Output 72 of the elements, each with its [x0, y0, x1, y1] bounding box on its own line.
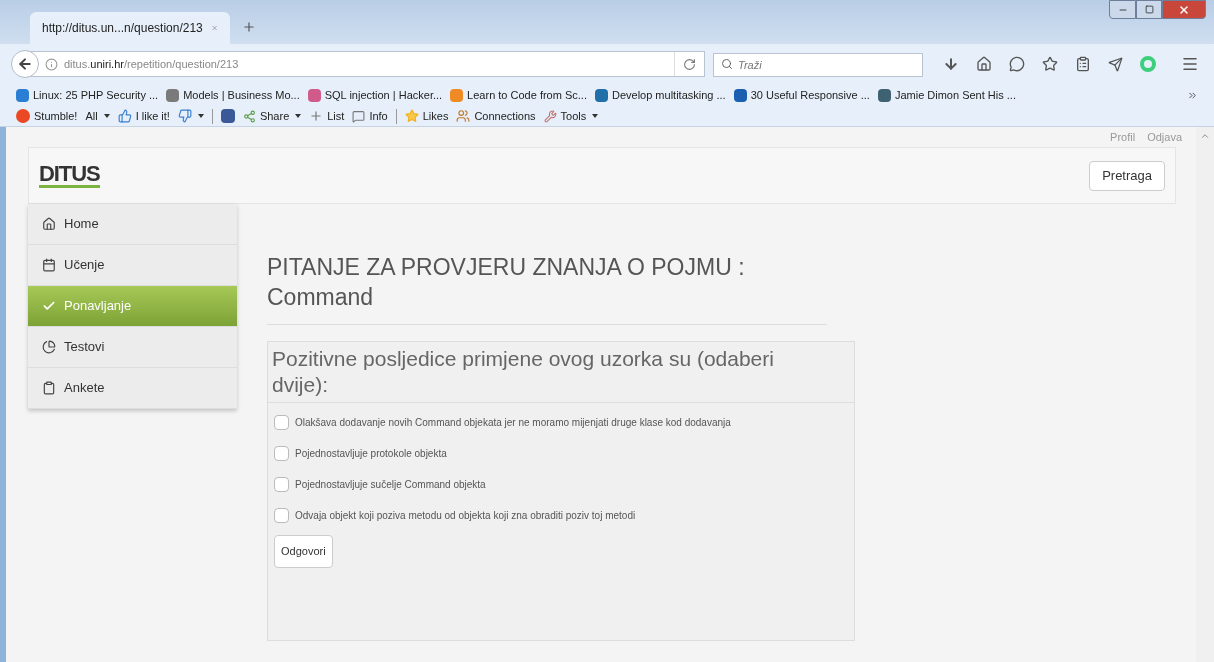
sidebar-item[interactable]: Testovi [28, 327, 237, 368]
bookmark-link[interactable]: SQL injection | Hacker... [307, 86, 443, 104]
bookmark-star-icon[interactable] [1042, 56, 1058, 72]
star-icon [404, 109, 419, 123]
url-text: ditus.uniri.hr/repetition/question/213 [64, 56, 240, 72]
question-text: Pozitivne posljedice primjene ovog uzorka su (odaberi dvije): [268, 342, 854, 403]
addon-toolbar-button[interactable]: List [309, 107, 345, 125]
facebook-logo-icon [220, 109, 235, 123]
wrench-icon [543, 109, 557, 123]
calendar-icon [42, 258, 56, 272]
bookmark-link[interactable]: Jamie Dimon Sent His ... [877, 86, 1016, 104]
addon-toolbar-button[interactable]: All [85, 107, 110, 125]
new-tab-icon[interactable] [242, 20, 256, 34]
thumbs-down-icon [177, 109, 192, 123]
browser-tab[interactable]: http://ditus.un...n/question/213 [30, 12, 230, 44]
addon-toolbar-button[interactable]: I like it! [117, 107, 170, 125]
menu-icon[interactable] [1181, 55, 1199, 73]
sidebar-item[interactable]: Ankete [28, 368, 237, 409]
answer-checkbox[interactable] [274, 446, 289, 461]
answer-checkbox[interactable] [274, 415, 289, 430]
maximize-icon [1144, 5, 1154, 14]
addon-toolbar-button[interactable] [220, 109, 235, 123]
search-icon [721, 58, 733, 70]
bookmark-link[interactable]: 30 Useful Responsive ... [733, 86, 870, 104]
people-icon [456, 109, 471, 123]
clipboard-icon [42, 381, 56, 395]
sidebar-item[interactable]: Učenje [28, 245, 237, 286]
home-icon[interactable] [976, 56, 992, 72]
minimize-button[interactable] [1109, 0, 1136, 19]
bookmark-link[interactable]: Linux: 25 PHP Security ... [16, 86, 159, 104]
share-icon [242, 109, 256, 123]
search-field[interactable]: Traži [713, 53, 923, 77]
bookmark-link[interactable]: Models | Business Mo... [166, 86, 300, 104]
maximize-button[interactable] [1136, 0, 1162, 19]
back-button[interactable] [11, 50, 39, 78]
addon-toolbar-button[interactable] [177, 109, 204, 123]
addon-toolbar-button[interactable]: Tools [543, 107, 599, 125]
address-bar[interactable]: ditus.uniri.hr/repetition/question/213 [12, 51, 705, 77]
plus-icon [309, 109, 324, 123]
close-window-button[interactable] [1162, 0, 1206, 19]
bookmark-link[interactable]: Develop multitasking ... [594, 86, 726, 104]
page-heading: PITANJE ZA PROVJERU ZNANJA O POJMU : Command [267, 252, 827, 325]
addon-toolbar-button[interactable]: Likes [404, 107, 449, 125]
logo: DITUS [39, 163, 100, 188]
answer-option-label: Pojednostavljuje protokole objekta [295, 447, 447, 461]
addon-toolbar-button[interactable]: Stumble! [16, 107, 78, 125]
submit-button[interactable]: Odgovori [274, 535, 333, 568]
close-icon [1178, 3, 1190, 16]
paper-plane-icon[interactable] [1108, 56, 1123, 72]
addon-toolbar-button[interactable]: Connections [456, 107, 536, 125]
answer-option-label: Olakšava dodavanje novih Command objekata jer ne moramo mijenjati druge klase kod dodavanja [295, 416, 731, 430]
sidebar-item[interactable]: Home [28, 204, 237, 245]
addon-toolbar-button[interactable]: Info [352, 107, 388, 125]
info-icon[interactable] [45, 57, 58, 71]
download-icon[interactable] [943, 56, 959, 72]
reload-icon[interactable] [683, 57, 696, 71]
search-button[interactable]: Pretraga [1089, 160, 1165, 191]
answer-option-label: Odvaja objekt koji poziva metodu od objekta koji zna obraditi poziv toj metodi [295, 509, 636, 523]
answer-checkbox[interactable] [274, 508, 289, 523]
answer-option-label: Pojednostavljuje sučelje Command objekta [295, 478, 486, 492]
answer-checkbox[interactable] [274, 477, 289, 492]
stumble-logo-icon [16, 109, 30, 123]
chat-bubble-icon[interactable] [1009, 56, 1025, 72]
addon-toolbar-button[interactable]: Share [242, 107, 302, 125]
thumbs-up-icon [117, 109, 132, 123]
home-icon [42, 217, 56, 231]
clipboard-icon[interactable] [1075, 56, 1091, 72]
bookmark-link[interactable]: Learn to Code from Sc... [450, 86, 587, 104]
checkmark-icon [42, 299, 56, 313]
speech-bubble-icon [352, 109, 366, 123]
scroll-up-icon[interactable] [1200, 131, 1210, 141]
pie-chart-icon [42, 340, 56, 354]
